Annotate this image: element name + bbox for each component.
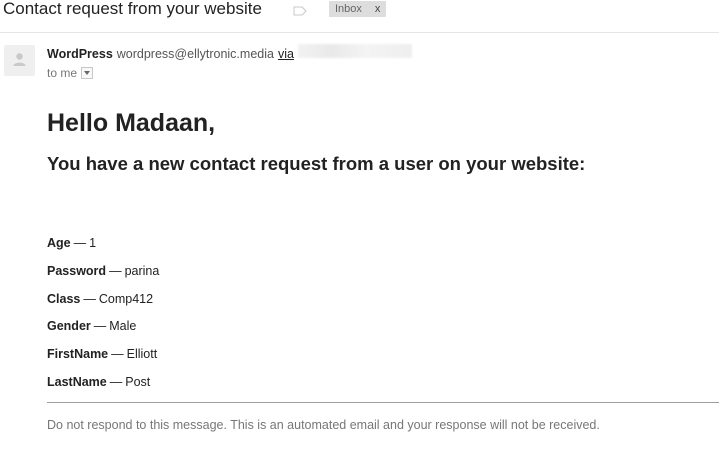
field-separator: — [83, 291, 96, 306]
field-value: 1 [89, 236, 97, 250]
sender-line: WordPress wordpress@ellytronic.media via [47, 44, 412, 62]
remove-label-button[interactable]: x [375, 1, 381, 17]
field-row-lastname: LastName — Post [47, 373, 159, 401]
details-dropdown-button[interactable] [81, 67, 94, 79]
label-outline-icon[interactable] [293, 3, 307, 16]
field-row-firstname: FirstName — Elliott [47, 345, 159, 373]
contact-fields-list: Age —1 Password — parina Class — Comp412 Gend… [47, 234, 159, 401]
intro-heading: You have a new contact request from a us… [47, 153, 586, 174]
field-key: Password [47, 263, 107, 278]
field-separator: — [111, 347, 124, 362]
redacted-domain [297, 44, 412, 58]
field-value: Elliott [126, 347, 158, 362]
greeting-heading: Hello Madaan, [47, 109, 216, 137]
sender-avatar [4, 45, 35, 76]
field-row-password: Password — parina [47, 262, 159, 290]
recipient-line: to me [47, 65, 94, 81]
email-header: Contact request from your website Inbox … [0, 0, 719, 20]
email-subject: Contact request from your website [3, 0, 262, 18]
field-value: Male [109, 319, 137, 334]
field-separator: — [93, 319, 107, 334]
field-key: Gender [47, 319, 91, 334]
field-row-gender: Gender — Male [47, 317, 159, 345]
field-key: Class [47, 291, 81, 306]
field-row-age: Age —1 [47, 234, 159, 262]
field-row-class: Class — Comp412 [47, 290, 159, 318]
field-value: Comp412 [98, 291, 154, 306]
header-divider [0, 32, 719, 33]
field-key: Age [47, 236, 71, 250]
field-separator: — [73, 236, 87, 250]
sender-name: WordPress [47, 47, 113, 61]
inbox-label-chip: Inbox x [329, 1, 387, 17]
via-link[interactable]: via [278, 46, 294, 62]
person-silhouette-icon [13, 53, 26, 66]
field-value: parina [124, 263, 160, 278]
field-value: Post [125, 374, 151, 389]
automated-footer-note: Do not respond to this message. This is … [47, 418, 600, 432]
field-key: LastName [47, 374, 107, 389]
field-separator: — [109, 374, 123, 389]
caret-down-icon [84, 71, 91, 75]
field-separator: — [109, 263, 122, 278]
sender-email: wordpress@ellytronic.media [116, 47, 274, 61]
to-me-label: to me [47, 66, 78, 80]
inbox-label-text: Inbox [335, 3, 362, 15]
footer-divider [47, 402, 719, 403]
field-key: FirstName [47, 347, 109, 362]
